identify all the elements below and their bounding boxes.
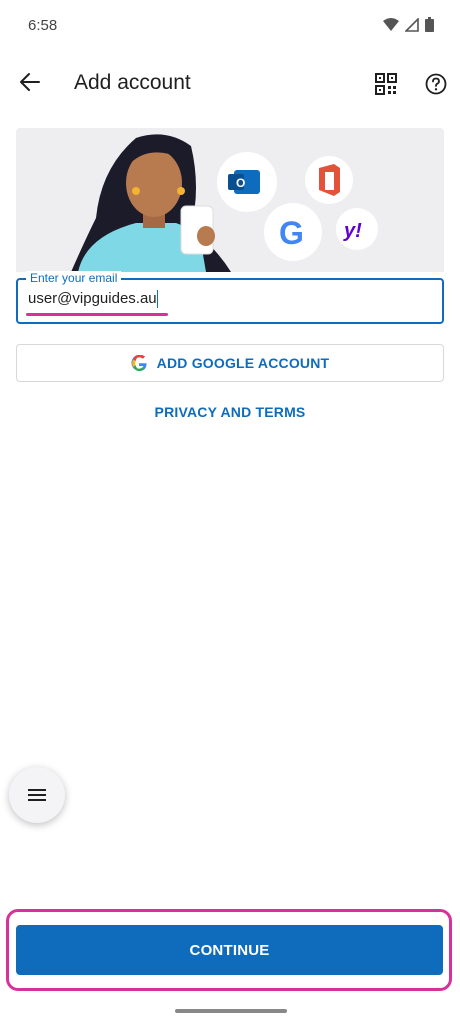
app-bar: Add account xyxy=(0,54,460,116)
email-value: user@vipguides.au xyxy=(28,290,157,307)
back-button[interactable] xyxy=(12,64,48,100)
add-google-account-label: ADD GOOGLE ACCOUNT xyxy=(156,355,330,371)
menu-icon xyxy=(28,789,46,801)
help-button[interactable] xyxy=(418,66,454,102)
privacy-and-terms-link[interactable]: PRIVACY AND TERMS xyxy=(0,404,460,420)
signal-icon xyxy=(405,17,419,32)
gesture-navigation-bar[interactable] xyxy=(175,1009,287,1013)
hero-illustration: O G y! xyxy=(16,128,444,272)
battery-icon xyxy=(425,17,434,32)
email-field-label: Enter your email xyxy=(26,271,122,285)
status-time: 6:58 xyxy=(28,17,58,34)
qr-code-icon xyxy=(375,73,397,95)
add-google-account-button[interactable]: ADD GOOGLE ACCOUNT xyxy=(16,344,444,382)
highlight-underline xyxy=(26,313,168,316)
page-title: Add account xyxy=(74,71,191,94)
status-bar: 6:58 xyxy=(0,0,460,54)
help-circle-icon xyxy=(425,73,447,95)
google-logo-icon xyxy=(131,355,147,371)
arrow-left-icon xyxy=(20,73,40,91)
svg-text:O: O xyxy=(236,176,245,190)
wifi-icon xyxy=(383,17,399,31)
svg-text:G: G xyxy=(279,215,304,251)
menu-fab-button[interactable] xyxy=(9,767,65,823)
woman-with-phone-illustration: O G y! xyxy=(71,134,378,272)
email-input[interactable]: user@vipguides.au xyxy=(28,290,408,309)
text-cursor xyxy=(156,290,159,309)
continue-button[interactable]: CONTINUE xyxy=(16,925,443,975)
svg-text:y!: y! xyxy=(343,220,362,242)
qr-scan-button[interactable] xyxy=(368,66,404,102)
status-icons xyxy=(383,17,434,32)
